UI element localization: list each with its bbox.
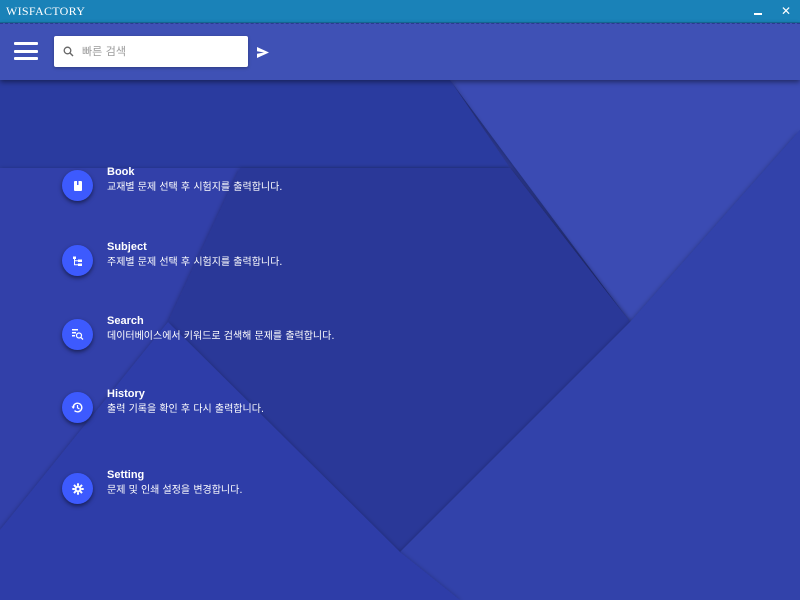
menu-item-title: Search	[107, 315, 144, 327]
menu-item-search[interactable]: Search 데이터베이스에서 키워드로 검색해 문제를 출력합니다.	[62, 315, 335, 350]
hamburger-menu-icon[interactable]	[14, 42, 38, 60]
menu-item-description: 데이터베이스에서 키워드로 검색해 문제를 출력합니다.	[107, 331, 335, 342]
search-icon	[54, 46, 82, 57]
quick-search-box[interactable]	[54, 36, 248, 67]
history-icon	[62, 392, 93, 423]
menu-item-description: 주제별 문제 선택 후 시험지를 출력합니다.	[107, 257, 283, 268]
send-icon[interactable]	[257, 45, 269, 63]
menu-item-title: History	[107, 388, 145, 400]
menu-item-setting[interactable]: Setting 문제 및 인쇄 설정을 변경합니다.	[62, 469, 243, 504]
menu-item-book[interactable]: Book 교재별 문제 선택 후 시험지를 출력합니다.	[62, 166, 283, 201]
search-database-icon	[62, 319, 93, 350]
main-menu: Book 교재별 문제 선택 후 시험지를 출력합니다. Subject 주제별…	[0, 0, 800, 600]
menu-item-history[interactable]: History 출력 기록을 확인 후 다시 출력합니다.	[62, 388, 265, 423]
menu-item-title: Subject	[107, 241, 147, 253]
menu-item-description: 출력 기록을 확인 후 다시 출력합니다.	[107, 404, 265, 415]
gear-icon	[62, 473, 93, 504]
quick-search-input[interactable]	[82, 45, 242, 58]
app-bar	[0, 23, 800, 80]
menu-item-title: Setting	[107, 469, 145, 481]
subject-tree-icon	[62, 245, 93, 276]
book-icon	[62, 170, 93, 201]
menu-item-subject[interactable]: Subject 주제별 문제 선택 후 시험지를 출력합니다.	[62, 241, 283, 276]
menu-item-description: 문제 및 인쇄 설정을 변경합니다.	[107, 485, 243, 496]
menu-item-description: 교재별 문제 선택 후 시험지를 출력합니다.	[107, 182, 283, 193]
menu-item-title: Book	[107, 166, 135, 178]
